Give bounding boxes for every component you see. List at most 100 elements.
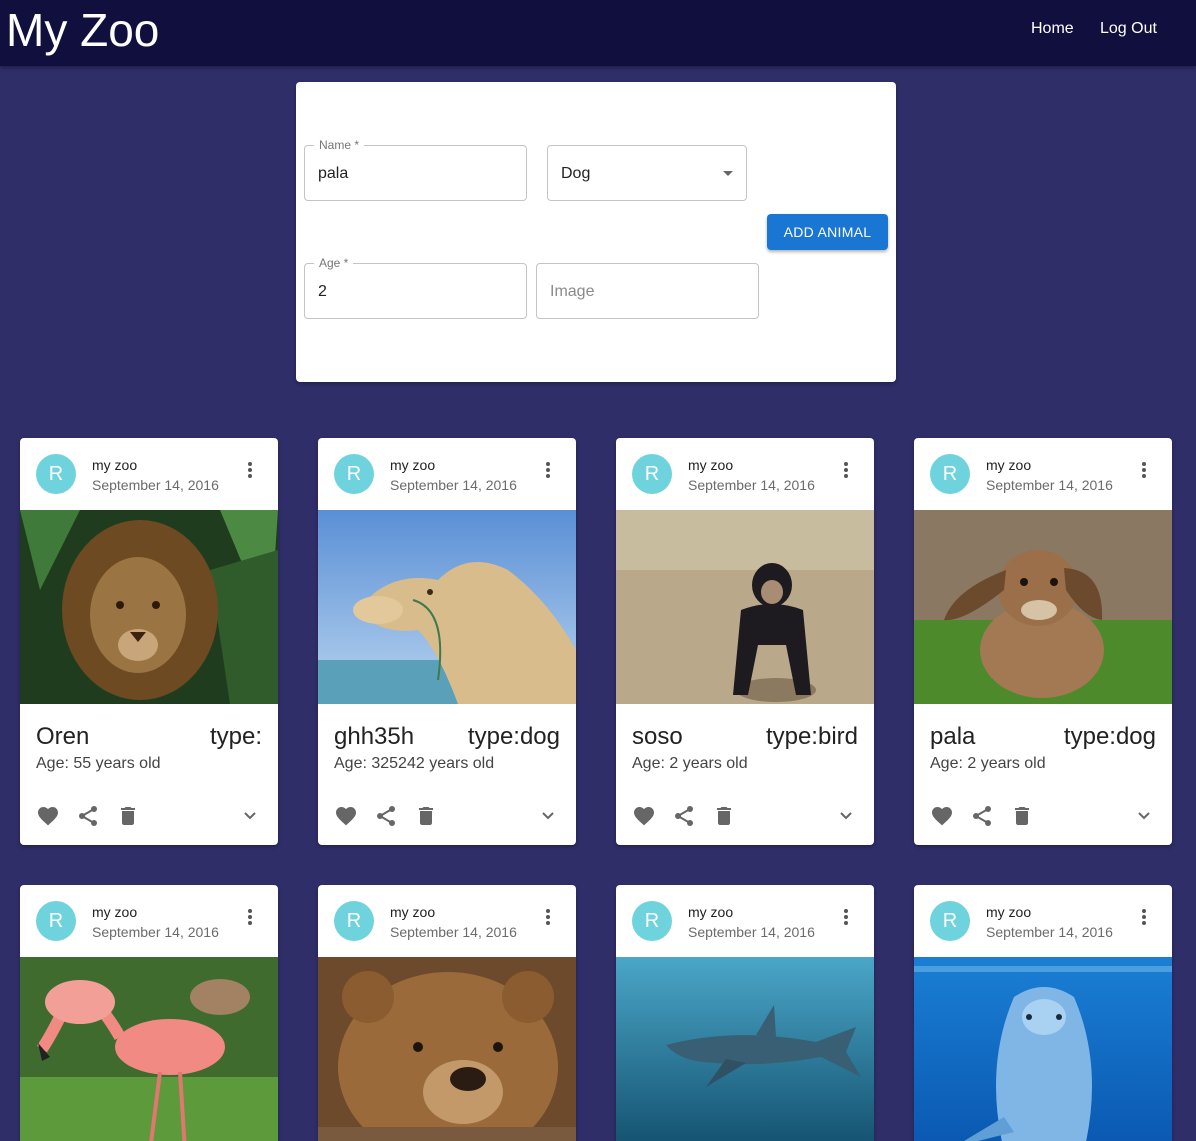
- type-value[interactable]: Dog: [561, 164, 741, 184]
- more-vert-icon[interactable]: [1128, 905, 1160, 929]
- card-title: my zoo: [688, 457, 734, 473]
- type-select[interactable]: Dog: [547, 145, 747, 201]
- animal-age: Age: 325242 years old: [334, 755, 495, 772]
- add-animal-button[interactable]: ADD ANIMAL: [767, 214, 888, 250]
- more-vert-icon[interactable]: [532, 905, 564, 929]
- avatar: R: [930, 901, 970, 941]
- card-header: R my zoo September 14, 2016: [616, 885, 874, 957]
- card-content: soso type:bird Age: 2 years old: [616, 704, 874, 845]
- card-header: R my zoo September 14, 2016: [20, 885, 278, 957]
- animal-card: R my zoo September 14, 2016 pala type:do…: [914, 438, 1172, 845]
- expand-more-icon[interactable]: [1132, 804, 1156, 828]
- chevron-down-icon[interactable]: [723, 171, 733, 176]
- avatar: R: [36, 901, 76, 941]
- share-icon[interactable]: [374, 804, 398, 828]
- card-date: September 14, 2016: [986, 477, 1113, 493]
- card-title: my zoo: [688, 904, 734, 920]
- rabbit-image: [914, 510, 1172, 704]
- card-content: Oren type: Age: 55 years old: [20, 704, 278, 845]
- card-date: September 14, 2016: [390, 924, 517, 940]
- card-date: September 14, 2016: [986, 924, 1113, 940]
- delete-icon[interactable]: [1010, 804, 1034, 828]
- animal-card: R my zoo September 14, 2016: [318, 885, 576, 1141]
- animal-type: type:dog: [1063, 723, 1156, 750]
- favorite-icon[interactable]: [930, 804, 954, 828]
- card-actions: [632, 804, 862, 832]
- image-input[interactable]: [550, 282, 730, 302]
- card-content: pala type:dog Age: 2 years old: [914, 704, 1172, 845]
- name-value[interactable]: pala: [318, 164, 498, 184]
- animal-card: R my zoo September 14, 2016 soso type:bi…: [616, 438, 874, 845]
- animal-card: R my zoo September 14, 2016: [914, 885, 1172, 1141]
- animal-name: soso: [632, 723, 683, 750]
- avatar: R: [36, 454, 76, 494]
- delete-icon[interactable]: [116, 804, 140, 828]
- card-title: my zoo: [92, 457, 138, 473]
- app-title: My Zoo: [6, 4, 160, 56]
- age-label: Age *: [314, 256, 354, 270]
- card-date: September 14, 2016: [688, 477, 815, 493]
- card-title: my zoo: [986, 904, 1032, 920]
- age-field[interactable]: Age * 2: [304, 256, 527, 319]
- more-vert-icon[interactable]: [234, 905, 266, 929]
- more-vert-icon[interactable]: [830, 458, 862, 482]
- share-icon[interactable]: [970, 804, 994, 828]
- camel-image: [318, 510, 576, 704]
- name-label: Name *: [314, 138, 365, 152]
- card-actions: [930, 804, 1160, 832]
- delete-icon[interactable]: [712, 804, 736, 828]
- expand-more-icon[interactable]: [536, 804, 560, 828]
- card-date: September 14, 2016: [688, 924, 815, 940]
- avatar: R: [334, 901, 374, 941]
- app-bar: My Zoo Home Log Out: [0, 0, 1196, 66]
- avatar: R: [632, 454, 672, 494]
- more-vert-icon[interactable]: [234, 458, 266, 482]
- animal-age: Age: 2 years old: [632, 755, 748, 772]
- dolphin-image: [914, 957, 1172, 1141]
- card-date: September 14, 2016: [390, 477, 517, 493]
- card-header: R my zoo September 14, 2016: [318, 438, 576, 510]
- expand-more-icon[interactable]: [834, 804, 858, 828]
- card-title: my zoo: [390, 904, 436, 920]
- card-title: my zoo: [986, 457, 1032, 473]
- expand-more-icon[interactable]: [238, 804, 262, 828]
- avatar: R: [930, 454, 970, 494]
- animal-card: R my zoo September 14, 2016 Oren type: A…: [20, 438, 278, 845]
- animal-type: type:dog: [467, 723, 560, 750]
- card-header: R my zoo September 14, 2016: [914, 885, 1172, 957]
- share-icon[interactable]: [76, 804, 100, 828]
- animal-age: Age: 55 years old: [36, 755, 161, 772]
- lion-image: [20, 510, 278, 704]
- animal-type: type:: [209, 723, 262, 750]
- more-vert-icon[interactable]: [1128, 458, 1160, 482]
- animal-age: Age: 2 years old: [930, 755, 1046, 772]
- more-vert-icon[interactable]: [532, 458, 564, 482]
- card-header: R my zoo September 14, 2016: [318, 885, 576, 957]
- card-actions: [334, 804, 564, 832]
- animal-type: type:bird: [765, 723, 858, 750]
- add-animal-form: Name * pala Dog ADD ANIMAL Age * 2: [296, 82, 896, 382]
- card-actions: [36, 804, 266, 832]
- card-header: R my zoo September 14, 2016: [20, 438, 278, 510]
- image-field[interactable]: [536, 263, 759, 319]
- animal-name: pala: [930, 723, 976, 750]
- favorite-icon[interactable]: [632, 804, 656, 828]
- more-vert-icon[interactable]: [830, 905, 862, 929]
- animal-card: R my zoo September 14, 2016 ghh35h type:…: [318, 438, 576, 845]
- chimpanzee-image: [616, 510, 874, 704]
- card-date: September 14, 2016: [92, 477, 219, 493]
- animal-name: Oren: [36, 723, 90, 750]
- age-value[interactable]: 2: [318, 282, 498, 302]
- card-title: my zoo: [390, 457, 436, 473]
- avatar: R: [334, 454, 374, 494]
- nav-logout-link[interactable]: Log Out: [1100, 19, 1157, 39]
- delete-icon[interactable]: [414, 804, 438, 828]
- favorite-icon[interactable]: [334, 804, 358, 828]
- animal-card: R my zoo September 14, 2016: [20, 885, 278, 1141]
- share-icon[interactable]: [672, 804, 696, 828]
- name-field[interactable]: Name * pala: [304, 138, 527, 201]
- card-header: R my zoo September 14, 2016: [616, 438, 874, 510]
- shark-image: [616, 957, 874, 1141]
- nav-home-link[interactable]: Home: [1031, 19, 1074, 39]
- favorite-icon[interactable]: [36, 804, 60, 828]
